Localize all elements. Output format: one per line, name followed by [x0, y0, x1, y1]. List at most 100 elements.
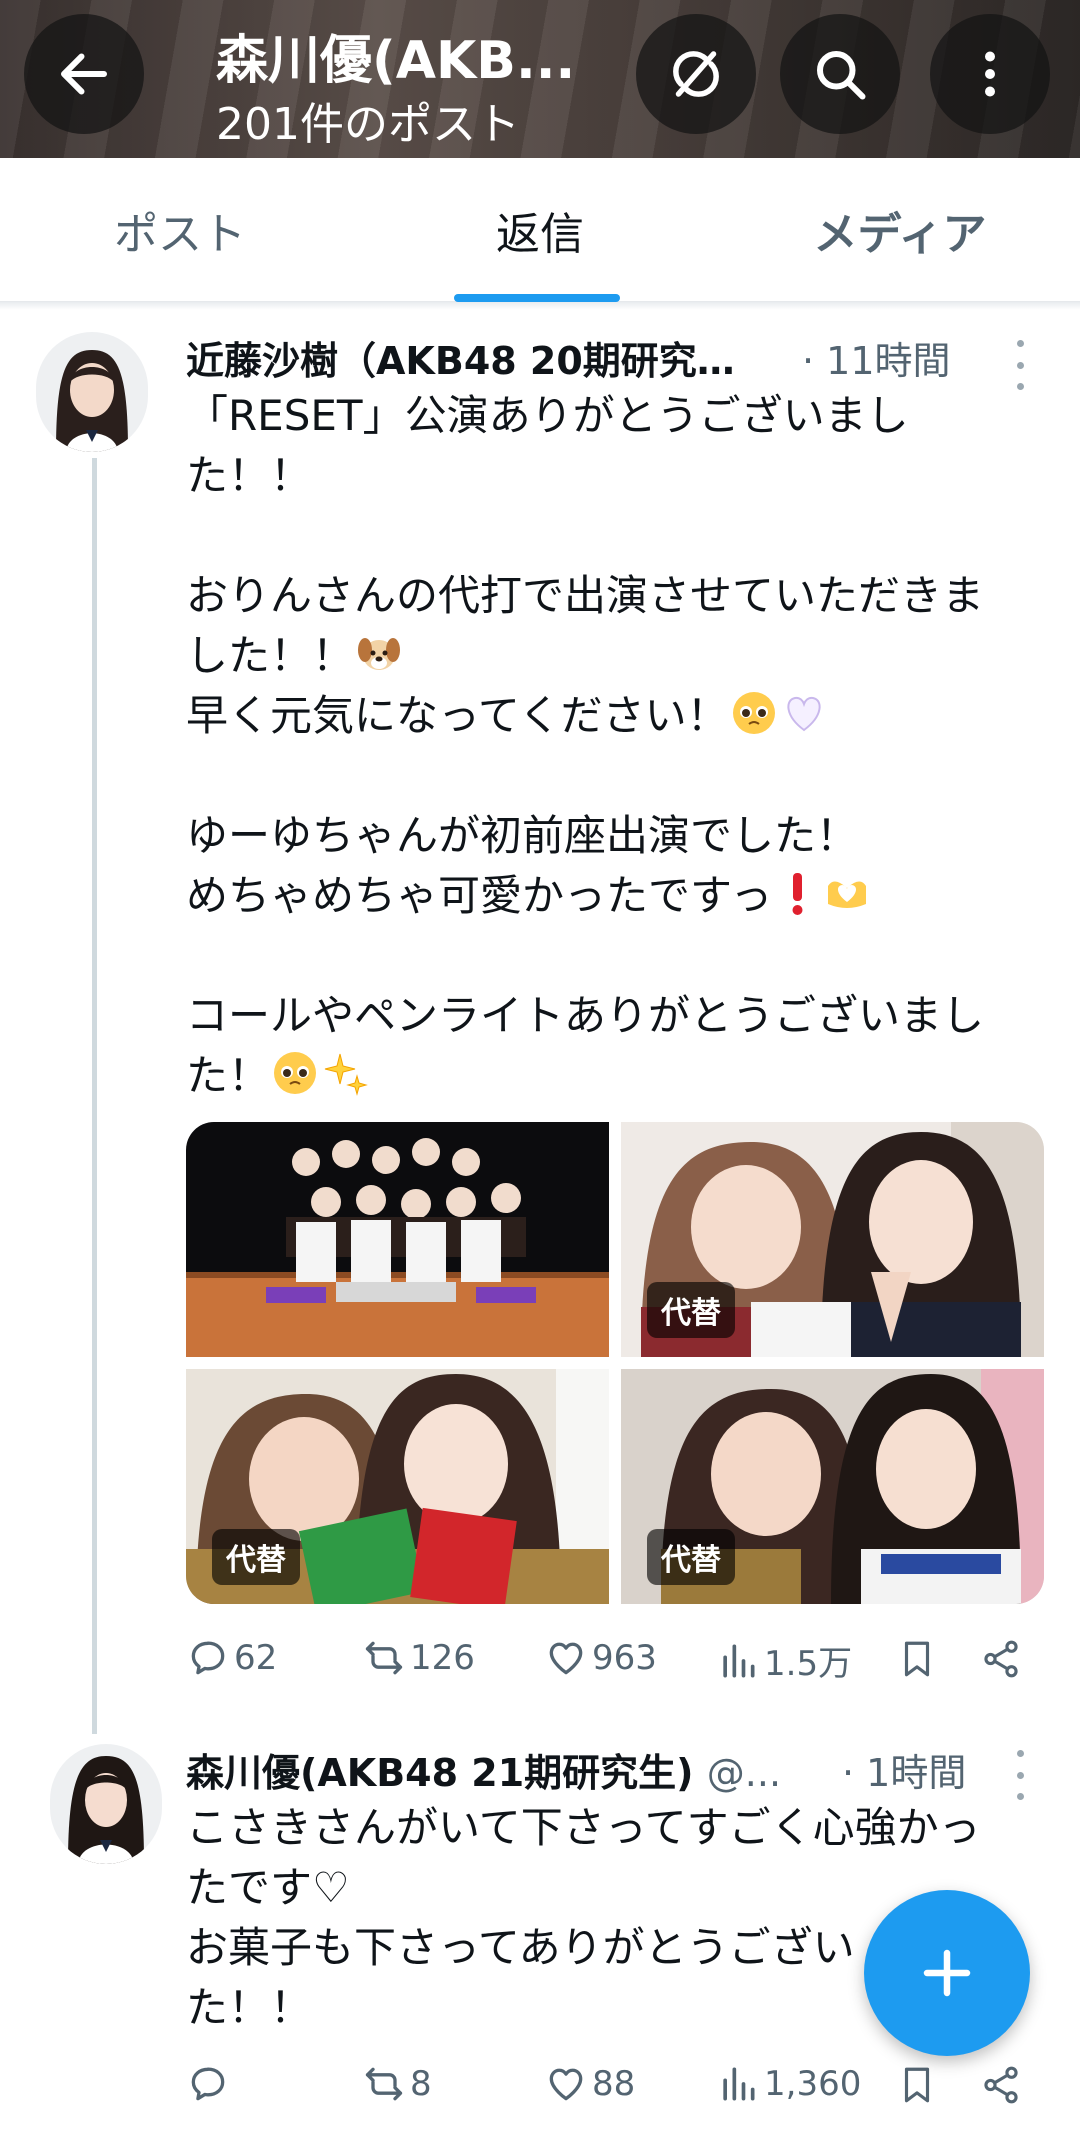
tab-posts[interactable]: ポスト — [0, 158, 360, 302]
back-arrow-icon — [61, 53, 107, 95]
post-line: た！！ — [186, 451, 313, 500]
sync-button[interactable] — [636, 14, 756, 134]
repost-count: 126 — [410, 1638, 475, 1678]
post-line: た！ — [186, 1046, 984, 1106]
post-line: たです♡ — [186, 1863, 350, 1912]
avatar[interactable] — [36, 332, 148, 452]
post-line: めちゃめちゃ可愛かったですっ — [186, 866, 984, 926]
profile-tabs: ポスト 返信 メディア — [0, 158, 1080, 302]
share-button[interactable] — [980, 2064, 1022, 2110]
views-count: 1,360 — [764, 2064, 862, 2104]
reply-button[interactable]: 62 — [186, 1636, 277, 1680]
back-button[interactable] — [24, 14, 144, 134]
post-line: おりんさんの代打で出演させていただきま — [186, 571, 985, 620]
post-author-name[interactable]: 近藤沙樹（AKB48 20期研究… — [186, 330, 792, 385]
post-line-text: した！！ — [186, 631, 355, 680]
post-line: コールやペンライトありがとうございまし — [186, 991, 985, 1040]
post-line: 「RESET」公演ありがとうございまし — [186, 391, 909, 440]
views-chart-icon — [723, 2067, 755, 2101]
tab-replies[interactable]: 返信 — [360, 158, 720, 302]
post-line: お菓子も下さってありがとうござい — [186, 1923, 855, 1972]
views-chart-icon — [723, 1644, 755, 1677]
more-vertical-icon — [985, 51, 995, 97]
views-count: 1.5万 — [764, 1644, 853, 1684]
share-button[interactable] — [980, 1638, 1022, 1684]
like-count: 963 — [592, 1638, 657, 1678]
like-count: 88 — [592, 2064, 636, 2104]
repost-button[interactable]: 8 — [362, 2062, 432, 2106]
sync-off-icon — [673, 51, 719, 97]
media-grid: 代替 代替 代替 — [186, 1122, 1044, 1604]
thread-connector — [92, 458, 97, 1734]
post-line-text: 早く元気になってください！ — [186, 691, 729, 740]
post-line — [186, 506, 984, 566]
dog-face-emoji-icon — [358, 638, 401, 670]
post-line: た！！ — [186, 1983, 313, 2032]
post-line: ゆーゆちゃんが初前座出演でした！ — [186, 811, 859, 860]
views-button[interactable]: 1,360 — [716, 2062, 861, 2106]
bookmark-icon — [904, 2067, 930, 2103]
reply-icon — [191, 1641, 225, 1675]
repost-icon — [365, 2067, 403, 2101]
exclamation-emoji-icon — [792, 873, 803, 915]
reply-icon — [191, 2067, 225, 2101]
avatar[interactable] — [50, 1744, 162, 1864]
plus-icon — [923, 1949, 971, 1997]
tab-replies-label: 返信 — [496, 209, 584, 260]
share-icon — [984, 1640, 1018, 1678]
like-button[interactable]: 963 — [544, 1636, 657, 1680]
search-button[interactable] — [780, 14, 900, 134]
heart-icon — [549, 2068, 583, 2101]
reply-count: 62 — [234, 1638, 278, 1678]
post-line-text: めちゃめちゃ可愛かったですっ — [186, 871, 773, 920]
sparkles-emoji-icon — [324, 1053, 368, 1096]
alt-text-badge[interactable]: 代替 — [212, 1529, 300, 1585]
media-photo-1[interactable] — [186, 1122, 609, 1357]
post-more-icon[interactable] — [1010, 1750, 1030, 1800]
post-line-text: た！ — [186, 1051, 271, 1100]
post-timestamp: · 1時間 — [842, 1751, 967, 1795]
repost-button[interactable]: 126 — [362, 1636, 475, 1680]
post-author-name[interactable]: 森川優(AKB48 21期研究生) @... — [186, 1742, 822, 1797]
post-line: 早く元気になってください！ — [186, 686, 984, 746]
alt-text-badge[interactable]: 代替 — [647, 1529, 735, 1585]
search-icon — [817, 51, 866, 100]
heart-hands-emoji-icon — [828, 881, 867, 908]
pleading-face-emoji-icon — [274, 1052, 317, 1094]
bookmark-icon — [904, 1641, 930, 1677]
media-photo-2[interactable]: 代替 — [621, 1122, 1044, 1357]
post-more-icon[interactable] — [1010, 340, 1030, 390]
bookmark-button[interactable] — [896, 2064, 938, 2110]
post-timestamp: · 11時間 — [802, 339, 951, 383]
post-line — [186, 926, 984, 986]
post-line — [186, 746, 984, 806]
tab-divider — [0, 302, 1080, 310]
more-button[interactable] — [930, 14, 1050, 134]
pleading-face-emoji-icon — [732, 692, 775, 734]
post-body: こさきさんがいて下さってすごく心強かっ たです♡ お菓子も下さってありがとうござ… — [186, 1798, 981, 2038]
white-heart-emoji-icon — [787, 696, 821, 732]
like-button[interactable]: 88 — [544, 2062, 635, 2106]
media-photo-4[interactable]: 代替 — [621, 1369, 1044, 1604]
post-author-handle: @... — [706, 1751, 782, 1795]
compose-post-button[interactable] — [864, 1890, 1030, 2056]
media-photo-3[interactable]: 代替 — [186, 1369, 609, 1604]
tab-posts-label: ポスト — [114, 209, 246, 260]
views-button[interactable]: 1.5万 — [716, 1636, 852, 1685]
post-count: 201件のポスト — [216, 99, 520, 150]
repost-icon — [365, 1641, 403, 1675]
active-tab-indicator — [454, 294, 620, 302]
post-author-label: 森川優(AKB48 21期研究生) — [186, 1751, 694, 1795]
profile-header: 森川優(AKB... 201件のポスト — [0, 0, 1080, 158]
profile-name-title: 森川優(AKB... — [216, 31, 576, 91]
post-line: こさきさんがいて下さってすごく心強かっ — [186, 1803, 981, 1852]
tab-media[interactable]: メディア — [720, 158, 1080, 302]
repost-count: 8 — [410, 2064, 432, 2104]
bookmark-button[interactable] — [896, 1638, 938, 1684]
post-body: 「RESET」公演ありがとうございまし た！！ おりんさんの代打で出演させていた… — [186, 386, 984, 1106]
tab-media-label: メディア — [813, 209, 987, 260]
heart-icon — [549, 1642, 583, 1675]
reply-button[interactable] — [186, 2062, 234, 2106]
alt-text-badge[interactable]: 代替 — [647, 1282, 735, 1338]
post-line: した！！ — [186, 626, 984, 686]
